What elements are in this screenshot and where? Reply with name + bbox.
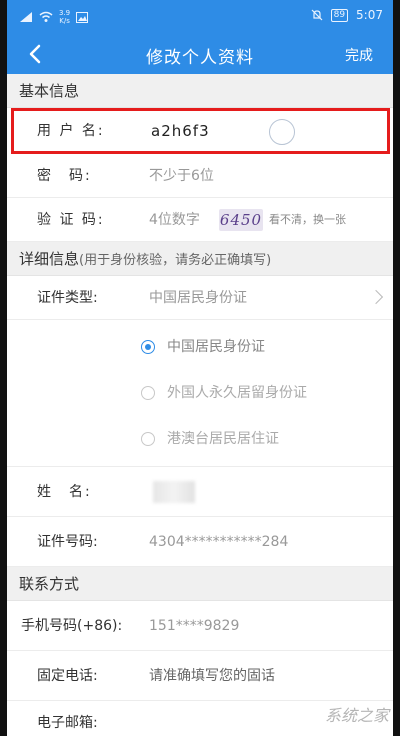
name-value-blurred[interactable] bbox=[153, 481, 195, 503]
mobile-label: 手机号码(+86): bbox=[21, 618, 123, 634]
id-type-option-label: 中国居民身份证 bbox=[167, 339, 265, 355]
password-label: 密 码: bbox=[37, 168, 92, 184]
username-row[interactable]: 用 户 名: a2h6f3 bbox=[11, 108, 390, 154]
section-contact: 联系方式 bbox=[7, 567, 393, 601]
id-type-option-label: 港澳台居民居住证 bbox=[167, 431, 279, 447]
watermark: 系统之家 bbox=[324, 706, 389, 725]
section-detail-info: 详细信息(用于身份核验，请务必正确填写) bbox=[7, 242, 393, 276]
id-number-value[interactable]: 4304***********284 bbox=[149, 517, 288, 567]
touch-indicator-icon bbox=[269, 119, 295, 145]
section-detail-note: (用于身份核验，请务必正确填写) bbox=[79, 253, 272, 268]
name-label: 姓 名: bbox=[37, 484, 92, 500]
password-row[interactable]: 密 码: 不少于6位 bbox=[7, 154, 393, 198]
id-type-label: 证件类型: bbox=[37, 290, 98, 306]
landline-input[interactable]: 请准确填写您的固话 bbox=[149, 651, 275, 701]
page-title: 修改个人资料 bbox=[146, 48, 254, 68]
email-label: 电子邮箱: bbox=[37, 715, 98, 731]
wifi-icon bbox=[39, 11, 53, 22]
id-type-option[interactable]: 中国居民身份证 bbox=[7, 324, 393, 370]
mobile-row[interactable]: 手机号码(+86): 151****9829 bbox=[7, 601, 393, 651]
captcha-input[interactable]: 4位数字 bbox=[149, 198, 200, 242]
username-input[interactable]: a2h6f3 bbox=[151, 111, 210, 151]
image-notification-icon bbox=[76, 11, 89, 23]
captcha-image[interactable]: 6450 bbox=[219, 209, 263, 231]
password-input[interactable]: 不少于6位 bbox=[149, 154, 214, 198]
id-type-value[interactable]: 中国居民身份证 bbox=[149, 276, 247, 320]
status-time: 5:07 bbox=[356, 8, 383, 22]
status-right: 89 5:07 bbox=[311, 8, 383, 22]
username-label: 用 户 名: bbox=[37, 123, 105, 139]
network-speed-value: 3.9 bbox=[59, 9, 71, 17]
id-number-row[interactable]: 证件号码: 4304***********284 bbox=[7, 517, 393, 567]
sim-icon bbox=[20, 12, 32, 22]
landline-row[interactable]: 固定电话: 请准确填写您的固话 bbox=[7, 651, 393, 701]
status-left: 3.9 K/s bbox=[19, 9, 89, 25]
network-speed-unit: K/s bbox=[59, 17, 70, 25]
status-bar: 3.9 K/s 89 5:07 bbox=[7, 0, 393, 34]
section-basic-info: 基本信息 bbox=[7, 74, 393, 108]
id-type-options: 中国居民身份证 外国人永久居留身份证 港澳台居民居住证 bbox=[7, 320, 393, 467]
battery-indicator: 89 bbox=[330, 8, 349, 22]
landline-label: 固定电话: bbox=[37, 668, 98, 684]
captcha-label: 验 证 码: bbox=[37, 212, 105, 228]
nav-bar: 修改个人资料 完成 bbox=[7, 34, 393, 74]
phone-screen: 3.9 K/s 89 5:07 修改个人资料 完成 基本信息 用 户 名: a2… bbox=[7, 0, 393, 736]
id-type-option[interactable]: 港澳台居民居住证 bbox=[7, 416, 393, 462]
id-type-row[interactable]: 证件类型: 中国居民身份证 bbox=[7, 276, 393, 320]
section-detail-title: 详细信息 bbox=[19, 250, 80, 268]
network-speed: 3.9 K/s bbox=[59, 9, 70, 25]
captcha-row[interactable]: 验 证 码: 4位数字 6450 看不清，换一张 bbox=[7, 198, 393, 242]
id-number-label: 证件号码: bbox=[37, 534, 98, 550]
mobile-value[interactable]: 151****9829 bbox=[149, 601, 239, 651]
radio-unchecked-icon[interactable] bbox=[141, 386, 155, 400]
mute-icon bbox=[311, 9, 323, 21]
radio-unchecked-icon[interactable] bbox=[141, 432, 155, 446]
id-type-option-label: 外国人永久居留身份证 bbox=[167, 385, 307, 401]
id-type-option[interactable]: 外国人永久居留身份证 bbox=[7, 370, 393, 416]
done-button[interactable]: 完成 bbox=[345, 45, 373, 65]
captcha-refresh-link[interactable]: 看不清，换一张 bbox=[269, 198, 346, 242]
chevron-right-icon bbox=[368, 289, 384, 305]
radio-checked-icon[interactable] bbox=[141, 340, 155, 354]
name-row[interactable]: 姓 名: bbox=[7, 467, 393, 517]
